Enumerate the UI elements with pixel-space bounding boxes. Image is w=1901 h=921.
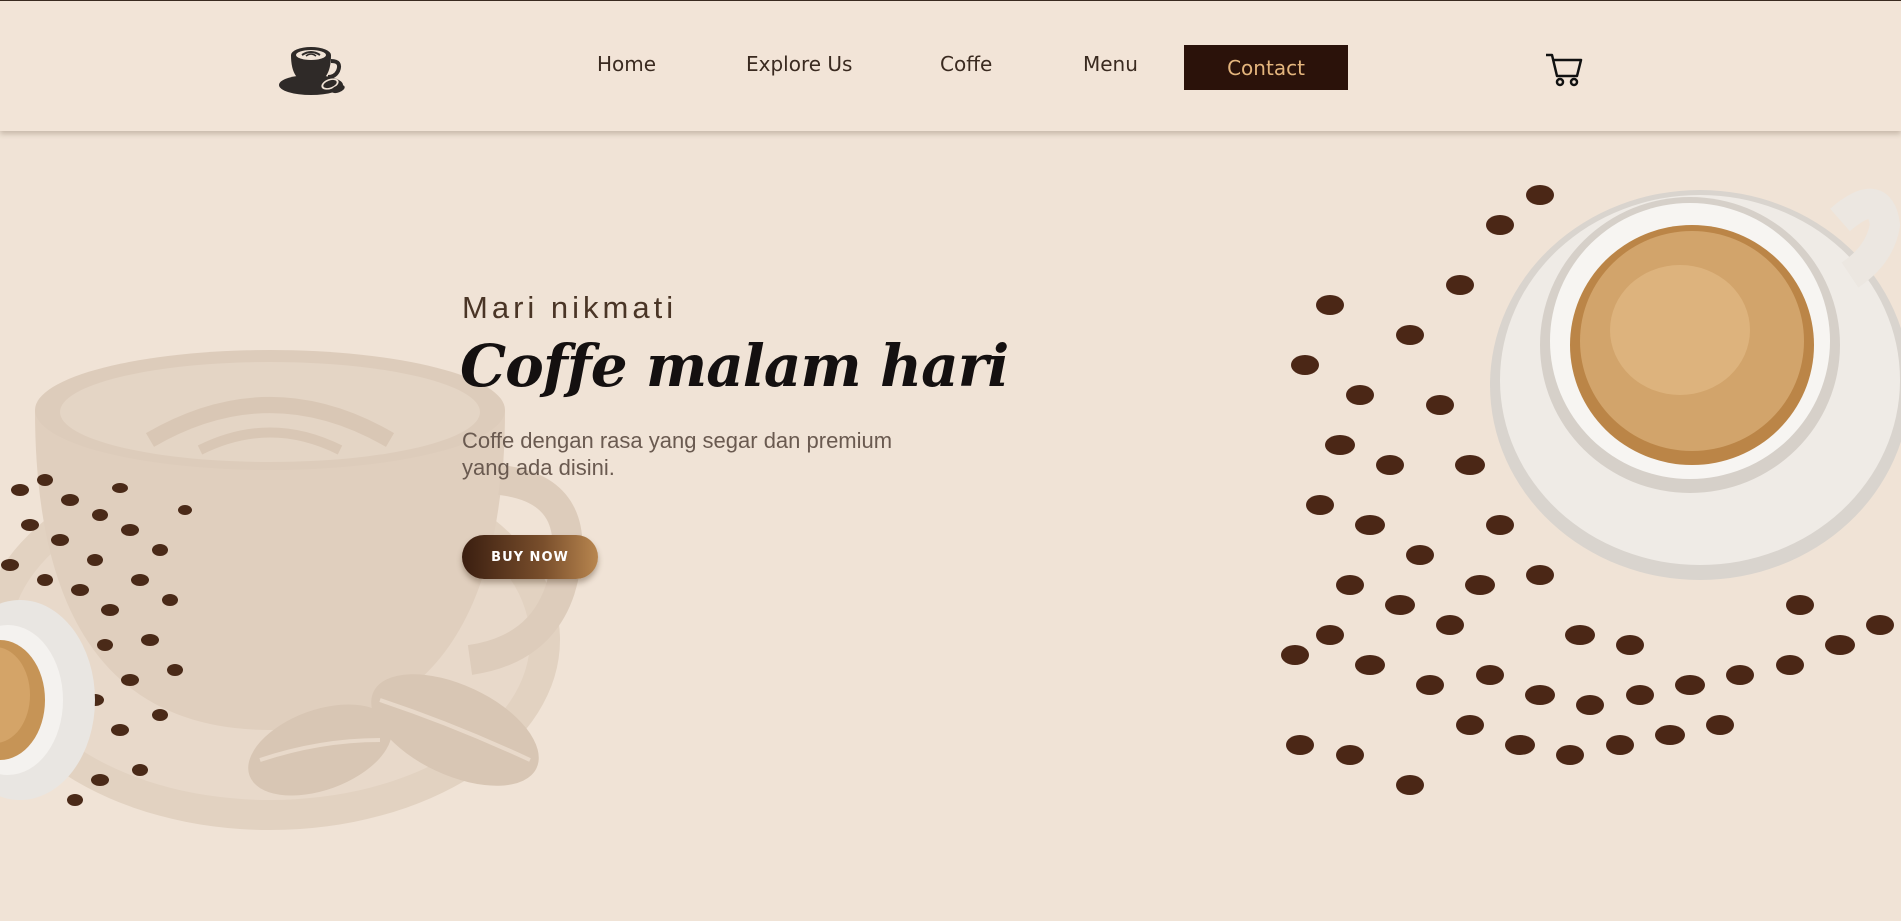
nav-home[interactable]: Home	[597, 52, 656, 76]
left-coffee-beans-image	[0, 474, 192, 806]
nav-menu[interactable]: Menu	[1083, 52, 1138, 76]
contact-button[interactable]: Contact	[1184, 45, 1348, 90]
shopping-cart-icon[interactable]	[1544, 49, 1584, 89]
buy-now-button[interactable]: BUY NOW	[462, 535, 598, 579]
nav-explore-us[interactable]: Explore Us	[746, 52, 852, 76]
hero-description: Coffe dengan rasa yang segar dan premium…	[462, 428, 893, 480]
hero-coffee-cup-image	[1281, 185, 1901, 795]
hero-title: Coffe malam hari	[460, 332, 1009, 400]
nav-coffe[interactable]: Coffe	[940, 52, 992, 76]
hero-subtitle: Mari nikmati	[462, 290, 678, 325]
site-header: Home Explore Us Coffe Menu Contact	[0, 1, 1901, 131]
coffee-cup-logo-icon[interactable]	[278, 41, 348, 97]
